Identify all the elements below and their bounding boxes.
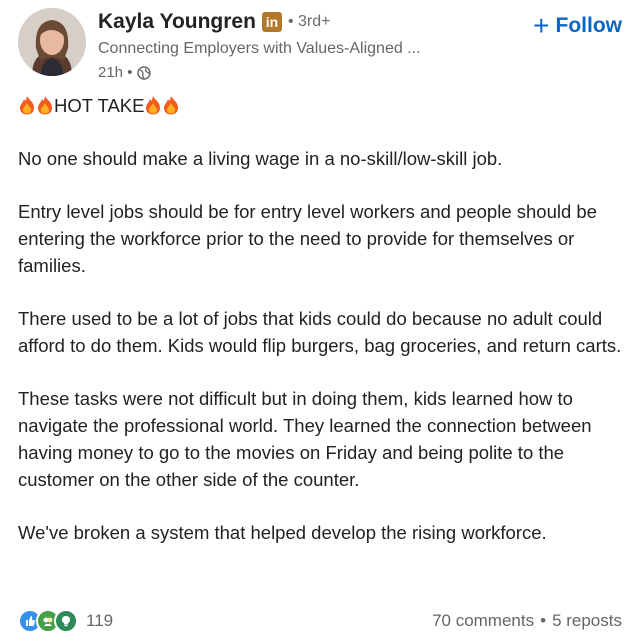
fire-icon bbox=[36, 95, 54, 115]
social-counts: 119 70 comments • 5 reposts bbox=[18, 606, 622, 636]
stats-separator: • bbox=[540, 611, 547, 630]
post-time: 21h • bbox=[98, 64, 133, 81]
author-name[interactable]: Kayla Youngren bbox=[98, 10, 256, 34]
author-line: Kayla Youngren in • 3rd+ bbox=[98, 10, 330, 34]
connection-degree: • 3rd+ bbox=[287, 13, 331, 30]
fire-icon bbox=[144, 95, 162, 115]
post-paragraph: Entry level jobs should be for entry lev… bbox=[18, 201, 597, 276]
follow-button[interactable]: + Follow bbox=[533, 12, 622, 40]
post-paragraph: No one should make a living wage in a no… bbox=[18, 148, 503, 169]
author-headline[interactable]: Connecting Employers with Values-Aligned… bbox=[98, 40, 421, 58]
linkedin-premium-icon: in bbox=[261, 12, 282, 32]
post-meta: 21h • bbox=[98, 64, 152, 81]
post-paragraph: We've broken a system that helped develo… bbox=[18, 522, 547, 543]
post-body: HOT TAKE No one should make a living wag… bbox=[18, 92, 624, 572]
hot-take-line: HOT TAKE bbox=[18, 92, 624, 119]
fire-icon bbox=[18, 95, 36, 115]
follow-label: Follow bbox=[555, 14, 623, 37]
avatar[interactable] bbox=[18, 8, 86, 76]
reaction-count[interactable]: 119 bbox=[86, 611, 113, 631]
hot-take-label: HOT TAKE bbox=[54, 95, 145, 116]
insightful-icon bbox=[54, 609, 78, 633]
post-header: Kayla Youngren in • 3rd+ Connecting Empl… bbox=[18, 6, 622, 84]
comments-link[interactable]: 70 comments bbox=[432, 611, 534, 631]
fire-icon bbox=[162, 95, 180, 115]
globe-icon bbox=[137, 65, 152, 80]
reactions[interactable] bbox=[18, 609, 78, 633]
engagement-stats: 70 comments • 5 reposts bbox=[432, 611, 622, 631]
plus-icon: + bbox=[533, 10, 550, 41]
post-paragraph: There used to be a lot of jobs that kids… bbox=[18, 308, 622, 356]
reposts-link[interactable]: 5 reposts bbox=[552, 611, 622, 631]
post-paragraph: These tasks were not difficult but in do… bbox=[18, 388, 592, 490]
